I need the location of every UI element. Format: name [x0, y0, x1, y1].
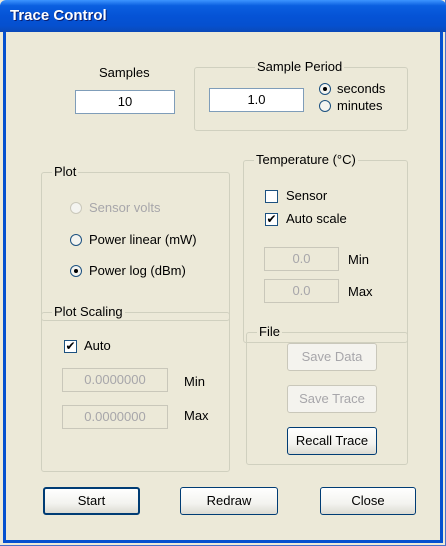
start-button[interactable]: Start — [43, 487, 140, 515]
sample-period-legend: Sample Period — [255, 59, 345, 75]
power-linear-radio[interactable] — [70, 234, 82, 246]
redraw-button[interactable]: Redraw — [180, 487, 278, 515]
plot-min-label: Min — [184, 374, 205, 389]
sensor-label: Sensor — [286, 188, 328, 203]
sample-period-group: Sample Period 1.0 seconds minutes — [194, 59, 408, 131]
temperature-max-input[interactable]: 0.0 — [264, 279, 339, 303]
close-button[interactable]: Close — [320, 487, 416, 515]
samples-input[interactable]: 10 — [75, 90, 175, 114]
power-log-radio[interactable] — [70, 265, 82, 277]
plot-group: Plot Sensor volts Power linear (mW) Powe… — [41, 164, 230, 321]
auto-scale-label: Auto scale — [286, 211, 347, 226]
samples-label: Samples — [99, 65, 150, 80]
plot-min-input[interactable]: 0.0000000 — [62, 368, 168, 392]
temperature-legend: Temperature (°C) — [254, 152, 358, 168]
plot-scaling-group: Plot Scaling ✔ Auto 0.0000000 Min 0.0000… — [41, 304, 230, 472]
save-trace-button[interactable]: Save Trace — [287, 385, 377, 413]
file-legend: File — [257, 324, 282, 340]
trace-control-window: Trace Control Samples 10 Sample Period 1… — [0, 0, 446, 546]
seconds-label: seconds — [337, 81, 386, 96]
sensor-checkbox[interactable] — [265, 190, 278, 203]
power-linear-label: Power linear (mW) — [89, 232, 197, 247]
temperature-group: Temperature (°C) Sensor ✔ Auto scale 0.0… — [243, 152, 408, 343]
minutes-label: minutes — [337, 98, 383, 113]
minutes-radio[interactable] — [319, 100, 331, 112]
sample-period-input[interactable]: 1.0 — [209, 88, 304, 112]
plot-scaling-legend: Plot Scaling — [52, 304, 125, 320]
temperature-max-label: Max — [348, 284, 373, 299]
plot-max-input[interactable]: 0.0000000 — [62, 405, 168, 429]
window-title: Trace Control — [10, 7, 107, 24]
title-bar[interactable]: Trace Control — [0, 0, 446, 32]
plot-legend: Plot — [52, 164, 79, 180]
recall-trace-button[interactable]: Recall Trace — [287, 427, 377, 455]
save-data-button[interactable]: Save Data — [287, 343, 377, 371]
auto-scale-checkbox[interactable]: ✔ — [265, 213, 278, 226]
temperature-min-input[interactable]: 0.0 — [264, 247, 339, 271]
sensor-volts-label: Sensor volts — [89, 200, 161, 215]
plot-auto-label: Auto — [84, 338, 111, 353]
temperature-min-label: Min — [348, 252, 369, 267]
dialog-body: Samples 10 Sample Period 1.0 seconds min… — [3, 32, 443, 543]
plot-max-label: Max — [184, 408, 209, 423]
file-group: File Save Data Save Trace Recall Trace — [246, 324, 408, 465]
sensor-volts-radio[interactable] — [70, 202, 82, 214]
plot-auto-checkbox[interactable]: ✔ — [64, 340, 77, 353]
power-log-label: Power log (dBm) — [89, 263, 186, 278]
seconds-radio[interactable] — [319, 83, 331, 95]
